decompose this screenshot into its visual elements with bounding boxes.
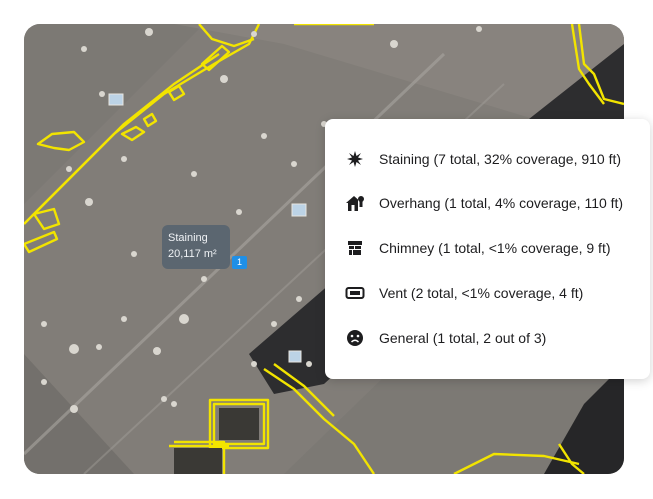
- legend-label: General (1 total, 2 out of 3): [379, 330, 547, 346]
- legend-item-vent[interactable]: Vent (2 total, <1% coverage, 4 ft): [345, 281, 583, 305]
- legend-item-general[interactable]: General (1 total, 2 out of 3): [345, 326, 546, 350]
- map-tooltip: Staining 20,117 m²: [162, 225, 230, 269]
- tooltip-area: 20,117 m²: [168, 248, 217, 260]
- tooltip-label: Staining: [168, 232, 208, 244]
- legend-label: Chimney (1 total, <1% coverage, 9 ft): [379, 240, 611, 256]
- legend-label: Vent (2 total, <1% coverage, 4 ft): [379, 285, 584, 301]
- sad-face-icon: [345, 328, 365, 348]
- overhang-house-icon: [345, 193, 365, 213]
- legend-label: Staining (7 total, 32% coverage, 910 ft): [379, 151, 622, 167]
- vent-icon: [345, 283, 365, 303]
- legend-label: Overhang (1 total, 4% coverage, 110 ft): [379, 195, 624, 211]
- legend-item-chimney[interactable]: Chimney (1 total, <1% coverage, 9 ft): [345, 236, 611, 260]
- splat-icon: [345, 149, 365, 169]
- map-pin-marker[interactable]: 1: [232, 256, 247, 269]
- legend-item-overhang[interactable]: Overhang (1 total, 4% coverage, 110 ft): [345, 191, 623, 215]
- legend-item-staining[interactable]: Staining (7 total, 32% coverage, 910 ft): [345, 147, 621, 171]
- chimney-icon: [345, 238, 365, 258]
- legend-panel: Staining (7 total, 32% coverage, 910 ft)…: [325, 119, 650, 379]
